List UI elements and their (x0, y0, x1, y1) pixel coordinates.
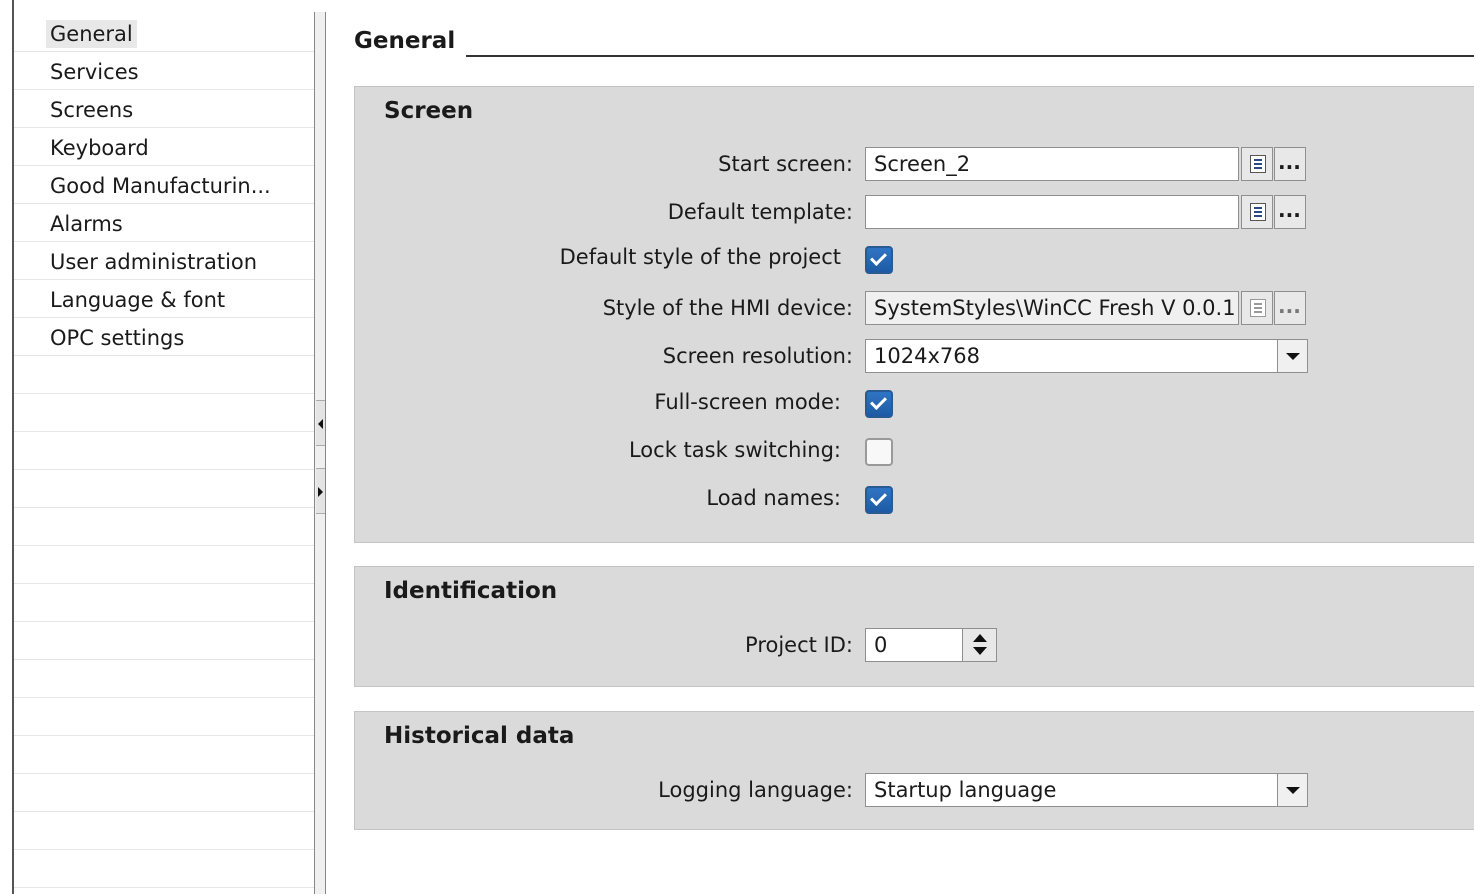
screen-resolution-label: Screen resolution: (662, 344, 853, 368)
expand-right-button[interactable] (316, 468, 325, 514)
full-screen-label: Full-screen mode: (654, 390, 841, 414)
page-title: General (354, 28, 466, 54)
load-names-label: Load names: (706, 486, 841, 510)
hmi-style-input: SystemStyles\WinCC Fresh V 0.0.1 (865, 291, 1239, 325)
spin-down-icon (973, 647, 987, 655)
list-icon (1250, 203, 1266, 221)
nav-item-label: Alarms (50, 212, 123, 236)
nav-empty-row (14, 584, 314, 622)
nav-item-user-administration[interactable]: User administration (14, 242, 314, 280)
logging-language-select[interactable]: Startup language (865, 773, 1308, 807)
start-screen-list-button[interactable] (1241, 147, 1273, 181)
project-id-value: 0 (874, 633, 888, 657)
nav-item-label: OPC settings (50, 326, 185, 350)
nav-empty-row (14, 698, 314, 736)
nav-empty-row (14, 508, 314, 546)
nav-item-services[interactable]: Services (14, 52, 314, 90)
ellipsis-icon: ... (1278, 150, 1301, 174)
nav-empty-row (14, 546, 314, 584)
collapse-left-button[interactable] (316, 400, 325, 446)
checkmark-icon (870, 489, 887, 506)
project-id-label: Project ID: (745, 633, 853, 657)
nav-item-general[interactable]: General (14, 14, 314, 52)
spin-button[interactable] (962, 629, 996, 661)
nav-empty-row (14, 774, 314, 812)
nav-empty-row (14, 432, 314, 470)
screen-resolution-value: 1024x768 (874, 344, 980, 368)
ellipsis-icon: ... (1278, 198, 1301, 222)
logging-language-value: Startup language (874, 778, 1057, 802)
checkmark-icon (870, 249, 887, 266)
list-icon (1250, 155, 1266, 173)
nav-empty-row (14, 660, 314, 698)
nav-empty-row (14, 850, 314, 888)
nav-empty-row (14, 394, 314, 432)
panel-splitter[interactable] (314, 12, 326, 894)
start-screen-label: Start screen: (718, 152, 853, 176)
nav-item-opc-settings[interactable]: OPC settings (14, 318, 314, 356)
group-title: Screen (384, 98, 474, 124)
nav-item-label: Good Manufacturin... (50, 174, 271, 198)
nav-item-label: Keyboard (50, 136, 149, 160)
nav-empty-row (14, 736, 314, 774)
historical-data-group: Historical data Logging language: Startu… (354, 711, 1474, 830)
chevron-down-icon (1286, 787, 1300, 794)
default-template-label: Default template: (667, 200, 853, 224)
screen-resolution-select[interactable]: 1024x768 (865, 339, 1308, 373)
settings-nav: General Services Screens Keyboard Good M… (14, 0, 314, 894)
default-template-list-button[interactable] (1241, 195, 1273, 229)
hmi-style-browse-button: ... (1274, 291, 1306, 325)
nav-item-label: Screens (50, 98, 134, 122)
group-title: Identification (384, 578, 558, 604)
arrow-right-icon (318, 487, 323, 497)
nav-empty-row (14, 812, 314, 850)
logging-language-label: Logging language: (658, 778, 853, 802)
nav-item-keyboard[interactable]: Keyboard (14, 128, 314, 166)
default-style-label: Default style of the project (559, 245, 841, 269)
list-icon (1250, 299, 1266, 317)
nav-item-good-manufacturing[interactable]: Good Manufacturin... (14, 166, 314, 204)
start-screen-input[interactable]: Screen_2 (865, 147, 1239, 181)
project-id-stepper[interactable]: 0 (865, 628, 997, 662)
start-screen-browse-button[interactable]: ... (1274, 147, 1306, 181)
hmi-style-list-button (1241, 291, 1273, 325)
ellipsis-icon: ... (1278, 294, 1301, 318)
lock-task-label: Lock task switching: (628, 438, 841, 462)
hmi-style-label: Style of the HMI device: (602, 296, 853, 320)
nav-item-label: General (46, 20, 137, 48)
full-screen-checkbox[interactable] (865, 390, 893, 418)
load-names-checkbox[interactable] (865, 486, 893, 514)
group-title: Historical data (384, 723, 575, 749)
nav-item-label: User administration (50, 250, 258, 274)
spin-up-icon (973, 634, 987, 642)
nav-item-label: Language & font (50, 288, 226, 312)
nav-empty-row (14, 622, 314, 660)
identification-group: Identification Project ID: 0 (354, 566, 1474, 687)
checkmark-icon (870, 393, 887, 410)
nav-item-language-font[interactable]: Language & font (14, 280, 314, 318)
lock-task-checkbox[interactable] (865, 438, 893, 466)
default-template-browse-button[interactable]: ... (1274, 195, 1306, 229)
nav-empty-row (14, 470, 314, 508)
dropdown-button[interactable] (1277, 774, 1307, 806)
chevron-down-icon (1286, 353, 1300, 360)
title-rule (466, 55, 1474, 57)
default-style-checkbox[interactable] (865, 246, 893, 274)
screen-group: Screen Start screen: Screen_2 ... Defaul… (354, 86, 1474, 543)
nav-item-label: Services (50, 60, 139, 84)
dropdown-button[interactable] (1277, 340, 1307, 372)
start-screen-value: Screen_2 (874, 152, 971, 176)
nav-item-screens[interactable]: Screens (14, 90, 314, 128)
arrow-left-icon (318, 419, 323, 429)
nav-empty-row (14, 356, 314, 394)
hmi-style-value: SystemStyles\WinCC Fresh V 0.0.1 (874, 296, 1236, 320)
default-template-input[interactable] (865, 195, 1239, 229)
nav-item-alarms[interactable]: Alarms (14, 204, 314, 242)
